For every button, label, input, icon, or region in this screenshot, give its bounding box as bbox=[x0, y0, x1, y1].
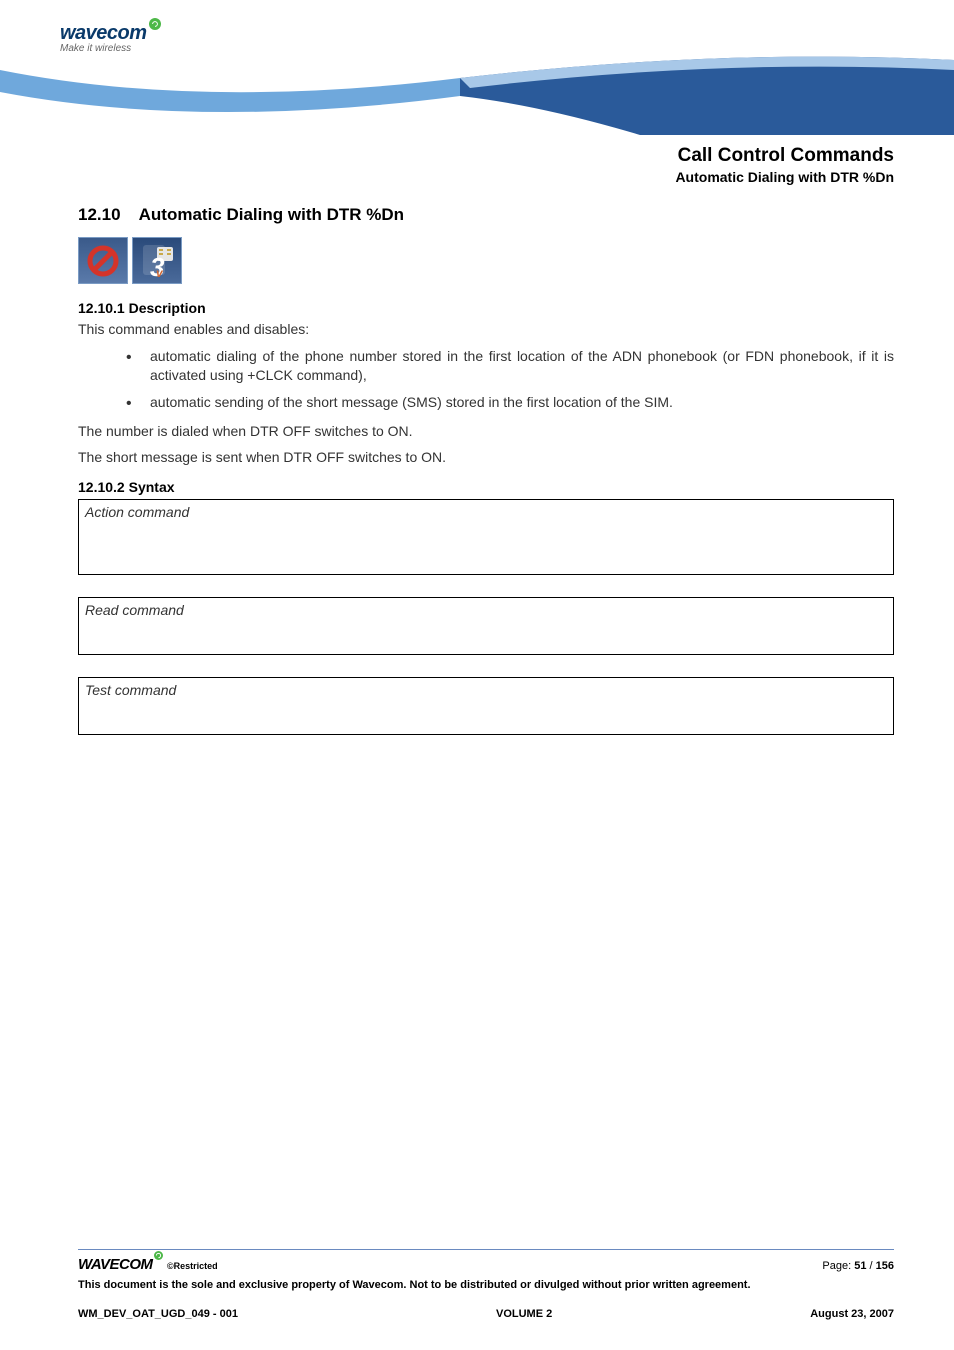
paragraph-1: The number is dialed when DTR OFF switch… bbox=[78, 422, 894, 441]
paragraph-2: The short message is sent when DTR OFF s… bbox=[78, 448, 894, 467]
read-command-box: Read command bbox=[78, 597, 894, 655]
subsection-2-title: Syntax bbox=[129, 479, 175, 495]
header-banner: wavecom Make it wireless bbox=[0, 0, 954, 135]
header-logo: wavecom Make it wireless bbox=[60, 22, 147, 54]
footer-logo-orb-icon bbox=[154, 1251, 163, 1260]
test-command-label: Test command bbox=[85, 682, 887, 698]
footer-date: August 23, 2007 bbox=[810, 1308, 894, 1320]
footer-disclaimer: This document is the sole and exclusive … bbox=[78, 1278, 894, 1292]
footer-doc-id: WM_DEV_OAT_UGD_049 - 001 bbox=[78, 1308, 238, 1320]
breadcrumb-main: Call Control Commands bbox=[78, 145, 894, 167]
test-command-box: Test command bbox=[78, 677, 894, 735]
section-title: Automatic Dialing with DTR %Dn bbox=[139, 205, 404, 224]
subsection-heading-1: 12.10.1 Description bbox=[78, 300, 894, 316]
subsection-2-number: 12.10.2 bbox=[78, 479, 125, 495]
section-number: 12.10 bbox=[78, 205, 121, 224]
breadcrumb-sub: Automatic Dialing with DTR %Dn bbox=[78, 169, 894, 185]
subsection-1-number: 12.10.1 bbox=[78, 300, 125, 316]
bullet-item: automatic sending of the short message (… bbox=[126, 393, 894, 412]
sim-3-icon: 3 v bbox=[135, 239, 179, 283]
page-footer: WAVECOM ©Restricted Page: 51 / 156 This … bbox=[78, 1249, 894, 1320]
footer-logo-block: WAVECOM ©Restricted bbox=[78, 1256, 218, 1274]
footer-meta: WM_DEV_OAT_UGD_049 - 001 VOLUME 2 August… bbox=[78, 1308, 894, 1320]
footer-logo: WAVECOM bbox=[78, 1256, 163, 1273]
bullet-list: automatic dialing of the phone number st… bbox=[78, 347, 894, 412]
action-command-label: Action command bbox=[85, 504, 887, 520]
read-command-label: Read command bbox=[85, 602, 887, 618]
intro-text: This command enables and disables: bbox=[78, 320, 894, 339]
subsection-1-title: Description bbox=[129, 300, 206, 316]
footer-page: Page: 51 / 156 bbox=[822, 1260, 894, 1272]
bullet-item: automatic dialing of the phone number st… bbox=[126, 347, 894, 385]
icon-row: 3 v bbox=[78, 237, 894, 284]
subsection-heading-2: 12.10.2 Syntax bbox=[78, 479, 894, 495]
footer-volume: VOLUME 2 bbox=[496, 1308, 552, 1320]
logo-orb-icon bbox=[149, 18, 161, 30]
breadcrumb: Call Control Commands Automatic Dialing … bbox=[78, 145, 894, 185]
sim-3-tile: 3 v bbox=[132, 237, 182, 284]
action-command-box: Action command bbox=[78, 499, 894, 575]
logo-wordmark: wavecom bbox=[60, 22, 147, 44]
section-heading: 12.10 Automatic Dialing with DTR %Dn bbox=[78, 205, 894, 225]
footer-rule bbox=[78, 1249, 894, 1250]
banner-swoosh bbox=[0, 0, 954, 135]
no-symbol-tile bbox=[78, 237, 128, 284]
footer-restricted: ©Restricted bbox=[167, 1261, 218, 1271]
no-symbol-icon bbox=[85, 243, 121, 279]
